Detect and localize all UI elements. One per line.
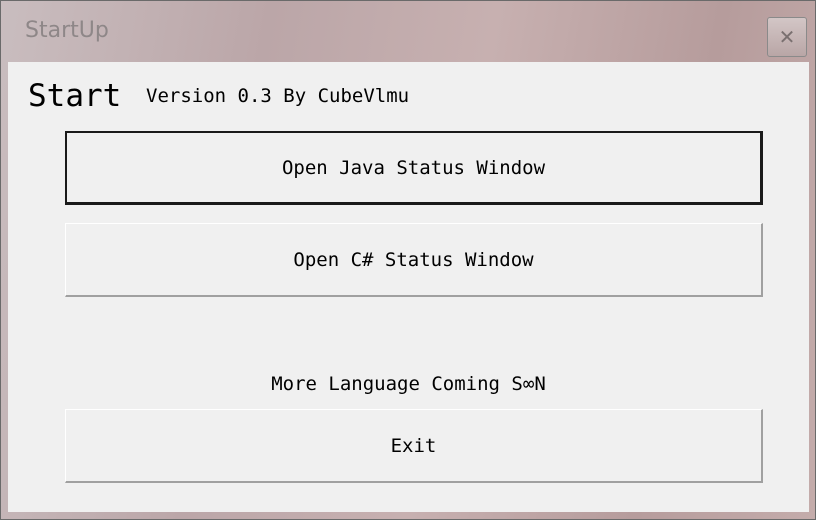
coming-soon-label: More Language Coming S∞N [271,373,546,395]
client-area: Start Version 0.3 By CubeVlmu Open Java … [8,62,809,512]
start-heading: Start [28,78,122,114]
close-icon: ✕ [778,25,796,49]
open-java-status-button[interactable]: Open Java Status Window [65,131,763,205]
close-button[interactable]: ✕ [767,17,807,57]
exit-button[interactable]: Exit [65,409,763,483]
open-csharp-status-label: Open C# Status Window [293,248,534,271]
open-csharp-status-button[interactable]: Open C# Status Window [65,223,763,297]
startup-window: StartUp ✕ Start Version 0.3 By CubeVlmu … [0,0,816,520]
window-title: StartUp [25,18,109,43]
open-java-status-label: Open Java Status Window [281,156,546,179]
exit-label: Exit [390,434,437,457]
version-label: Version 0.3 By CubeVlmu [146,85,410,107]
title-bar[interactable]: StartUp ✕ [1,1,815,61]
